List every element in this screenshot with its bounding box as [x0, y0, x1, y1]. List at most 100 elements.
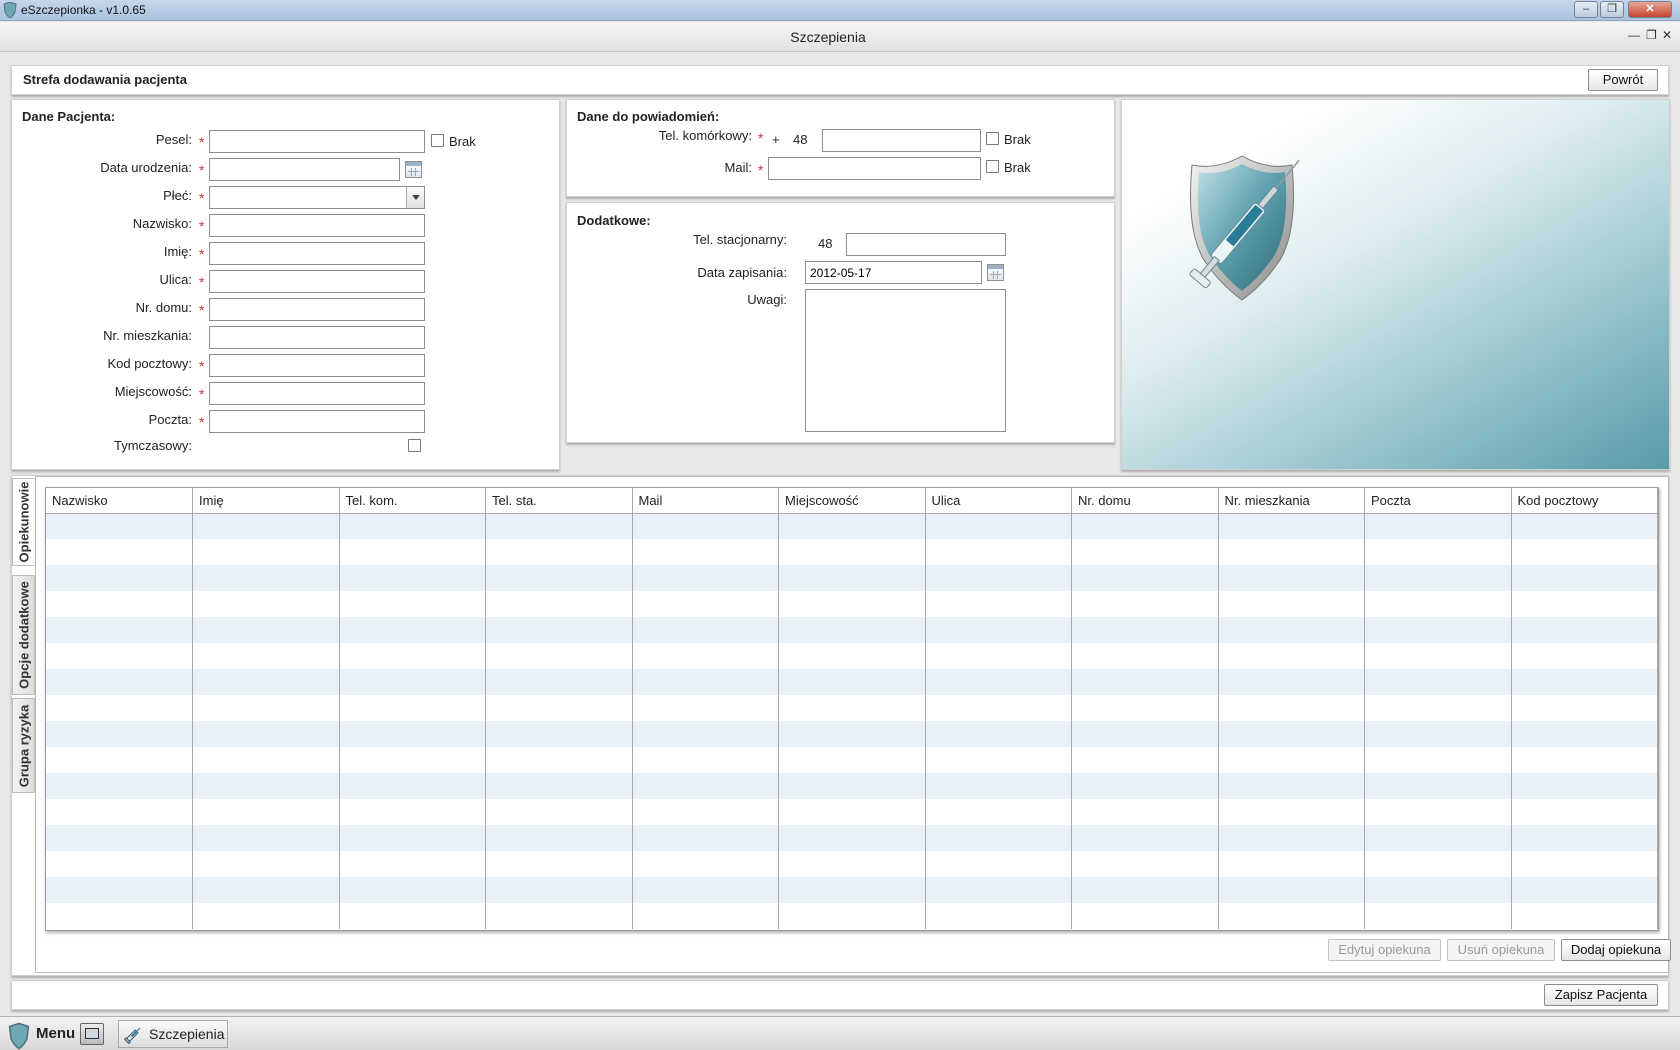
os-minimize-button[interactable]: –: [1574, 1, 1598, 18]
vaccine-image-panel: [1121, 99, 1670, 470]
save-patient-button[interactable]: Zapisz Pacjenta: [1544, 984, 1658, 1006]
table-cell: [192, 773, 340, 799]
table-cell: [339, 695, 486, 721]
table-cell: [925, 539, 1072, 565]
postal-code-input[interactable]: [209, 354, 425, 377]
street-input[interactable]: [209, 270, 425, 293]
inner-restore-button[interactable]: ❐: [1646, 28, 1657, 42]
landline-prefix: 48: [818, 236, 833, 251]
add-guardian-button[interactable]: Dodaj opiekuna: [1561, 939, 1671, 961]
signup-date-input[interactable]: [805, 261, 982, 284]
birth-date-calendar-icon[interactable]: [405, 161, 422, 178]
notes-textarea[interactable]: [805, 289, 1006, 432]
inner-close-button[interactable]: ✕: [1662, 28, 1672, 42]
table-cell: [1218, 825, 1365, 851]
column-header-city[interactable]: Miejscowość: [778, 488, 926, 514]
landline-input[interactable]: [846, 233, 1006, 256]
table-cell: [46, 565, 193, 591]
mobile-phone-input[interactable]: [822, 129, 981, 152]
desktop-icon[interactable]: [80, 1023, 104, 1045]
table-cell: [778, 721, 926, 747]
table-cell: [1071, 643, 1219, 669]
pesel-input[interactable]: [209, 130, 425, 153]
table-cell: [1511, 565, 1658, 591]
table-cell: [192, 825, 340, 851]
header-label: Strefa dodawania pacjenta: [23, 72, 187, 87]
os-maximize-button[interactable]: ❐: [1600, 1, 1624, 18]
gender-select[interactable]: [209, 186, 425, 209]
header-panel: Strefa dodawania pacjenta Powrót: [11, 65, 1669, 95]
mobile-phone-prefix: 48: [793, 132, 808, 147]
column-header-mobile-phone[interactable]: Tel. kom.: [339, 488, 486, 514]
first-name-input[interactable]: [209, 242, 425, 265]
table-cell: [46, 851, 193, 877]
column-header-house-number[interactable]: Nr. domu: [1071, 488, 1219, 514]
signup-date-calendar-icon[interactable]: [987, 264, 1004, 281]
mail-input[interactable]: [768, 157, 981, 180]
tab-risk-group[interactable]: Grupa ryzyka: [12, 698, 35, 793]
column-header-landline[interactable]: Tel. sta.: [485, 488, 633, 514]
inner-window-title-bar: Szczepienia — ❐ ✕: [0, 22, 1680, 52]
chevron-down-icon[interactable]: [406, 187, 424, 208]
table-cell: [46, 643, 193, 669]
city-input[interactable]: [209, 382, 425, 405]
column-header-post-office[interactable]: Poczta: [1364, 488, 1512, 514]
notes-label: Uwagi:: [747, 292, 787, 307]
table-cell: [1071, 695, 1219, 721]
table-cell: [1511, 903, 1658, 929]
table-cell: [1218, 565, 1365, 591]
tab-additional-options[interactable]: Opcje dodatkowe: [12, 575, 35, 695]
table-cell: [925, 721, 1072, 747]
apartment-number-input[interactable]: [209, 326, 425, 349]
column-header-postal-code[interactable]: Kod pocztowy: [1511, 488, 1658, 514]
birth-date-input[interactable]: [209, 158, 400, 181]
surname-input[interactable]: [209, 214, 425, 237]
street-label: Ulica:: [159, 272, 192, 287]
table-cell: [778, 903, 926, 929]
table-cell: [925, 617, 1072, 643]
edit-guardian-button[interactable]: Edytuj opiekuna: [1328, 939, 1441, 961]
table-cell: [339, 513, 486, 539]
table-cell: [46, 539, 193, 565]
house-number-input[interactable]: [209, 298, 425, 321]
table-cell: [925, 825, 1072, 851]
tab-guardians[interactable]: Opiekunowie: [12, 478, 35, 566]
table-row: [46, 747, 1658, 773]
tab-additional-options-label: Opcje dodatkowe: [16, 581, 31, 689]
table-row: [46, 617, 1658, 643]
column-header-street[interactable]: Ulica: [925, 488, 1072, 514]
remove-guardian-button[interactable]: Usuń opiekuna: [1447, 939, 1555, 961]
table-cell: [46, 747, 193, 773]
table-cell: [632, 773, 779, 799]
mail-missing-checkbox[interactable]: [986, 160, 999, 173]
mobile-phone-missing-checkbox[interactable]: [986, 132, 999, 145]
table-cell: [46, 773, 193, 799]
taskbar-item-vaccinations[interactable]: Szczepienia: [118, 1020, 228, 1048]
pesel-missing-checkbox[interactable]: [431, 134, 444, 147]
table-row: [46, 799, 1658, 825]
inner-minimize-button[interactable]: —: [1628, 28, 1640, 42]
table-cell: [1364, 513, 1512, 539]
shield-menu-icon[interactable]: [8, 1022, 30, 1050]
table-cell: [1218, 591, 1365, 617]
table-row: [46, 539, 1658, 565]
back-button[interactable]: Powrót: [1588, 69, 1658, 91]
post-office-input[interactable]: [209, 410, 425, 433]
post-office-label: Poczta:: [148, 412, 192, 427]
column-header-first-name[interactable]: Imię: [192, 488, 340, 514]
tab-guardians-label: Opiekunowie: [16, 481, 31, 563]
os-close-button[interactable]: ✕: [1628, 1, 1672, 18]
table-cell: [925, 513, 1072, 539]
shield-app-icon: [3, 2, 17, 18]
mobile-phone-label: Tel. komórkowy:: [658, 128, 752, 143]
temporary-label: Tymczasowy:: [113, 438, 192, 453]
birth-date-label: Data urodzenia:: [100, 160, 192, 175]
column-header-apartment-number[interactable]: Nr. mieszkania: [1218, 488, 1365, 514]
column-header-surname[interactable]: Nazwisko: [46, 488, 193, 514]
temporary-checkbox[interactable]: [408, 439, 421, 452]
column-header-mail[interactable]: Mail: [632, 488, 779, 514]
table-cell: [339, 903, 486, 929]
patient-data-title: Dane Pacjenta:: [22, 109, 116, 124]
table-cell: [1364, 669, 1512, 695]
menu-button[interactable]: Menu: [36, 1025, 75, 1050]
